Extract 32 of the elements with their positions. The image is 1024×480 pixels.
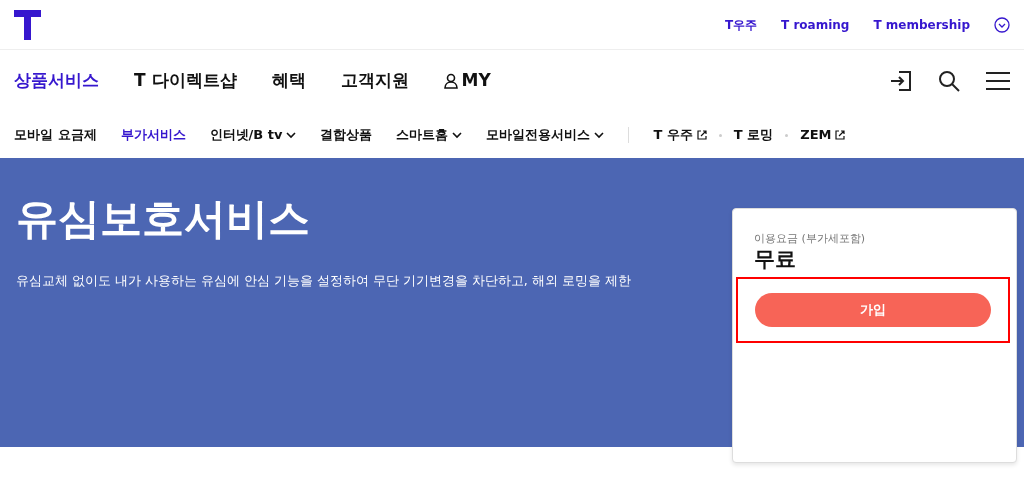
external-link-icon [696, 130, 707, 140]
chevron-circle-icon[interactable] [994, 16, 1010, 33]
logo[interactable] [14, 9, 42, 40]
nav-tab[interactable]: 고객지원 [340, 68, 409, 94]
menu-icon[interactable] [986, 71, 1010, 91]
sub-nav-link[interactable]: 모바일 요금제 [14, 125, 97, 145]
top-link[interactable]: T우주 [724, 15, 758, 34]
external-link[interactable]: ZEM [800, 125, 846, 145]
sub-nav-link[interactable]: 스마트홈 [396, 125, 463, 145]
top-link[interactable]: T roaming [781, 15, 850, 34]
sub-nav-link[interactable]: 부가서비스 [120, 125, 186, 145]
sub-nav-link[interactable]: 모바일전용서비스 [486, 125, 605, 145]
top-link[interactable]: T membership [873, 15, 970, 34]
price-value: 무료 [754, 247, 797, 271]
external-link[interactable]: T 우주 [653, 125, 707, 145]
chevron-down-icon [594, 131, 605, 139]
chevron-down-icon [286, 131, 297, 139]
nav-tab[interactable]: 혜택 [271, 68, 306, 94]
login-icon[interactable] [890, 70, 912, 92]
service-description: 유심교체 없이도 내가 사용하는 유심에 안심 기능을 설정하여 무단 기기변경을 차단하고, 해외 로밍을 제한 [16, 272, 631, 291]
chevron-down-icon [452, 131, 463, 139]
external-link-icon [835, 130, 846, 140]
nav-tab[interactable]: MY [443, 68, 491, 94]
person-icon [443, 73, 458, 89]
nav-tab[interactable]: 상품서비스 [14, 68, 99, 94]
nav-tab[interactable]: T 다이렉트샵 [134, 68, 237, 94]
external-link[interactable]: T 로밍 [733, 125, 774, 145]
price-label: 이용요금 (부가세포함) [754, 231, 867, 247]
sub-nav-link[interactable]: 결합상품 [320, 125, 373, 145]
page-title: 유심보호서비스 [16, 194, 310, 245]
sub-nav-link[interactable]: 인터넷/B tv [209, 125, 297, 145]
search-icon[interactable] [938, 70, 960, 92]
